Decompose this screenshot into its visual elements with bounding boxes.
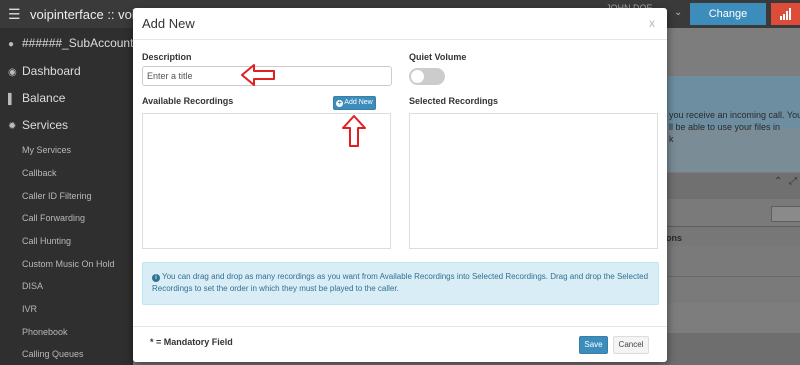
info-icon: i <box>152 274 160 282</box>
quiet-volume-label: Quiet Volume <box>409 52 467 62</box>
bar-chart-icon: ▌ <box>8 94 16 105</box>
background-column-header: ons <box>666 233 683 243</box>
change-account-button[interactable]: Change Account <box>690 3 766 42</box>
menu-toggle-icon[interactable]: ☰ <box>8 6 21 23</box>
signal-button[interactable] <box>771 3 800 25</box>
sidebar-subitem-calling-queues[interactable]: Calling Queues <box>0 343 133 365</box>
modal-header: Add New x <box>133 8 667 40</box>
selected-recordings-label: Selected Recordings <box>409 96 499 106</box>
selected-recordings-list[interactable] <box>409 113 658 249</box>
background-table-header <box>665 226 800 246</box>
background-table-row <box>665 276 800 296</box>
sidebar-subitem-disa[interactable]: DISA <box>0 275 133 297</box>
modal-footer: * = Mandatory Field Save Cancel <box>133 326 667 362</box>
dashboard-icon: ◉ <box>8 67 17 78</box>
sidebar-subitem-call-hunting[interactable]: Call Hunting <box>0 230 133 252</box>
close-icon[interactable]: x <box>649 16 655 30</box>
quiet-volume-toggle[interactable] <box>409 68 445 85</box>
background-text-line: ll be able to use your files in <box>669 122 781 132</box>
background-footer <box>665 333 800 365</box>
mandatory-field-note: * = Mandatory Field <box>150 337 233 347</box>
cancel-button[interactable]: Cancel <box>613 336 649 354</box>
chevron-up-icon[interactable]: ⌃ <box>774 176 782 187</box>
modal-title: Add New <box>142 16 195 31</box>
sidebar-subitem-call-forwarding[interactable]: Call Forwarding <box>0 207 133 229</box>
sidebar-subitem-ivr[interactable]: IVR <box>0 298 133 320</box>
sidebar-account[interactable]: ● ######_SubAccount <box>0 30 133 56</box>
sidebar: ● ######_SubAccount ◉ Dashboard ▌ Balance ✹… <box>0 28 133 365</box>
toggle-knob <box>411 70 424 83</box>
sidebar-subitem-phonebook[interactable]: Phonebook <box>0 321 133 343</box>
background-text-line: you receive an incoming call. You <box>669 110 800 120</box>
expand-icon[interactable]: ⤢ <box>789 176 797 187</box>
background-info-card-body <box>665 128 800 172</box>
gear-icon: ✹ <box>8 121 17 132</box>
drag-drop-info-alert: i You can drag and drop as many recording… <box>142 262 659 305</box>
background-text-line: k <box>669 134 674 144</box>
description-label: Description <box>142 52 192 62</box>
background-search-input[interactable] <box>771 206 800 222</box>
save-button[interactable]: Save <box>579 336 608 354</box>
sidebar-subitem-custom-music-on-hold[interactable]: Custom Music On Hold <box>0 253 133 275</box>
signal-icon <box>780 8 791 20</box>
annotation-arrow-up-icon <box>342 115 366 147</box>
info-text: You can drag and drop as many recordings… <box>152 272 649 293</box>
sidebar-item-dashboard[interactable]: ◉ Dashboard <box>0 58 133 84</box>
sidebar-subitem-my-services[interactable]: My Services <box>0 139 133 161</box>
add-new-modal: Add New x Description Quiet Volume Avail… <box>133 8 667 362</box>
add-new-recording-button[interactable]: + Add New <box>333 96 376 110</box>
sidebar-item-balance[interactable]: ▌ Balance <box>0 85 133 111</box>
available-recordings-label: Available Recordings <box>142 96 234 106</box>
add-new-label: Add New <box>344 99 373 106</box>
sidebar-subitem-caller-id-filtering[interactable]: Caller ID Filtering <box>0 185 133 207</box>
sidebar-item-services[interactable]: ✹ Services <box>0 112 133 138</box>
chevron-down-icon[interactable]: ⌄ <box>674 7 682 18</box>
annotation-arrow-left-icon <box>241 64 275 86</box>
sidebar-subitem-callback[interactable]: Callback <box>0 162 133 184</box>
plus-circle-icon: + <box>336 100 344 107</box>
user-icon: ● <box>8 39 15 50</box>
